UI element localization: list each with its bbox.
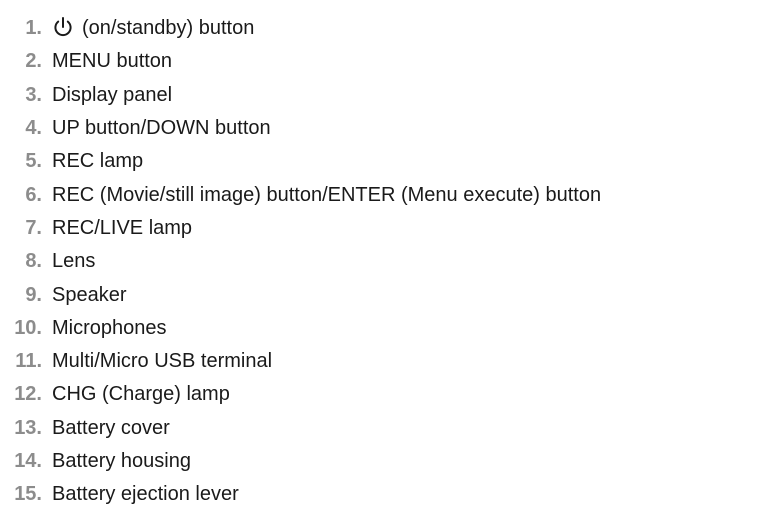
- item-label: Battery housing: [52, 450, 191, 472]
- list-item: 5. REC lamp: [0, 145, 778, 178]
- item-number: 5.: [25, 150, 42, 173]
- item-label: Speaker: [52, 283, 127, 306]
- item-number: 3.: [25, 83, 42, 106]
- list-item: 9. Speaker: [0, 278, 778, 311]
- list-item: 15. Battery ejection lever: [0, 478, 778, 511]
- item-label: Battery ejection lever: [52, 483, 239, 506]
- item-label: Multi/Micro USB terminal: [52, 350, 273, 373]
- item-label: REC lamp: [52, 150, 144, 173]
- item-label: MENU button: [52, 50, 173, 73]
- item-number: 9.: [25, 283, 42, 306]
- power-icon: [52, 16, 74, 38]
- list-item: 7. REC/LIVE lamp: [0, 212, 778, 245]
- item-label: Display panel: [52, 83, 173, 106]
- item-number: 8.: [25, 250, 42, 273]
- list-item: 3. Display panel: [0, 79, 778, 112]
- item-number: 11.: [15, 350, 42, 373]
- item-number: 10.: [14, 316, 42, 339]
- item-label: Battery cover: [52, 416, 170, 439]
- parts-list: 1. (on/standby) button 2. MENU button 3.…: [0, 12, 778, 511]
- item-label: Microphones: [52, 316, 167, 339]
- item-number: 7.: [25, 216, 42, 239]
- item-label: CHG (Charge) lamp: [52, 383, 230, 406]
- item-number: 6.: [25, 183, 42, 206]
- list-item: 8. Lens: [0, 245, 778, 278]
- item-label: Lens: [52, 250, 96, 273]
- list-item: 10. Microphones: [0, 312, 778, 345]
- item-label: REC/LIVE lamp: [52, 216, 193, 239]
- item-number: 4.: [25, 117, 42, 140]
- list-item: 14. Battery housing: [0, 445, 778, 478]
- list-item: 11. Multi/Micro USB terminal: [0, 345, 778, 378]
- item-number: 14.: [14, 450, 42, 472]
- item-number: 1.: [25, 17, 42, 40]
- list-item: 13. Battery cover: [0, 412, 778, 445]
- list-item: 12. CHG (Charge) lamp: [0, 378, 778, 411]
- item-number: 2.: [25, 50, 42, 73]
- item-label: (on/standby) button: [82, 17, 255, 40]
- item-label: UP button/DOWN button: [52, 117, 271, 140]
- list-item: 2. MENU button: [0, 45, 778, 78]
- list-item: 1. (on/standby) button: [0, 12, 778, 45]
- list-item: 4. UP button/DOWN button: [0, 112, 778, 145]
- item-number: 15.: [14, 483, 42, 506]
- list-item: 6. REC (Movie/still image) button/ENTER …: [0, 178, 778, 211]
- item-number: 13.: [14, 416, 42, 439]
- item-number: 12.: [14, 383, 42, 406]
- item-label: REC (Movie/still image) button/ENTER (Me…: [52, 183, 602, 206]
